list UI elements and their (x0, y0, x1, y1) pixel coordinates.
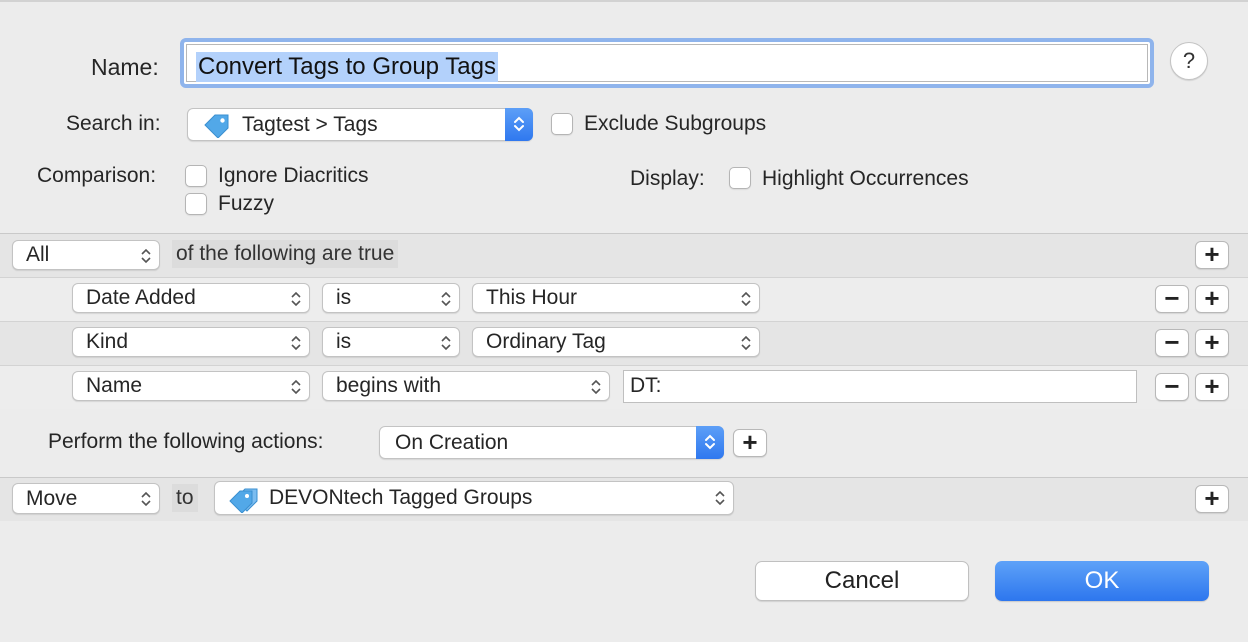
name-field-value[interactable]: Convert Tags to Group Tags (196, 52, 498, 82)
condition-value-popup[interactable]: This Hour (472, 283, 760, 313)
destination-popup[interactable]: DEVONtech Tagged Groups (214, 481, 734, 515)
updown-chevron-icon (291, 291, 301, 307)
condition-value-text: Ordinary Tag (486, 330, 606, 353)
exclude-subgroups-checkbox[interactable] (551, 113, 573, 135)
condition-value-input[interactable]: DT: (623, 370, 1137, 403)
fuzzy-checkbox[interactable] (185, 193, 207, 215)
name-label: Name: (91, 54, 159, 80)
remove-condition-button[interactable]: − (1155, 329, 1189, 357)
highlight-occurrences-checkbox[interactable] (729, 167, 751, 189)
add-action-button[interactable]: + (1195, 485, 1229, 513)
tag-icon (202, 112, 232, 139)
name-field-inner: Convert Tags to Group Tags (186, 44, 1148, 82)
match-suffix-label: of the following are true (172, 240, 399, 268)
condition-value-text: This Hour (486, 286, 578, 309)
cancel-button[interactable]: Cancel (755, 561, 969, 601)
match-value: All (26, 243, 50, 266)
action-popup[interactable]: Move (12, 483, 160, 514)
add-condition-button[interactable]: + (1195, 241, 1229, 269)
condition-operator-value: is (336, 330, 352, 353)
condition-value-popup[interactable]: Ordinary Tag (472, 327, 760, 357)
condition-field-value: Date Added (86, 286, 196, 309)
updown-chevron-icon (514, 116, 524, 132)
search-in-label: Search in: (66, 112, 161, 135)
add-condition-button[interactable]: + (1195, 373, 1229, 401)
condition-operator-popup[interactable]: is (322, 283, 460, 313)
updown-chevron-icon (441, 335, 451, 351)
display-label: Display: (630, 167, 705, 190)
condition-field-popup[interactable]: Date Added (72, 283, 310, 313)
trigger-value: On Creation (395, 431, 509, 454)
condition-field-value: Kind (86, 330, 129, 353)
fuzzy-label: Fuzzy (218, 192, 275, 215)
exclude-subgroups-label: Exclude Subgroups (584, 112, 767, 135)
ignore-diacritics-label: Ignore Diacritics (218, 164, 369, 187)
chevron-box (696, 426, 724, 459)
updown-chevron-icon (715, 490, 725, 506)
updown-chevron-icon (141, 491, 151, 507)
remove-condition-button[interactable]: − (1155, 285, 1189, 313)
action-value: Move (26, 487, 78, 510)
search-in-popup[interactable]: Tagtest > Tags (187, 108, 533, 141)
destination-value: DEVONtech Tagged Groups (269, 486, 533, 509)
highlight-occurrences-label: Highlight Occurrences (762, 167, 969, 190)
ignore-diacritics-checkbox[interactable] (185, 165, 207, 187)
condition-field-value: Name (86, 374, 143, 397)
search-in-value: Tagtest > Tags (242, 113, 378, 136)
help-button[interactable]: ? (1170, 42, 1208, 80)
condition-operator-value: is (336, 286, 352, 309)
perform-actions-label: Perform the following actions: (48, 430, 324, 453)
top-divider (0, 0, 1248, 2)
condition-operator-popup[interactable]: begins with (322, 371, 610, 401)
to-label: to (172, 484, 198, 512)
chevron-box (505, 108, 533, 141)
updown-chevron-icon (141, 248, 151, 264)
updown-chevron-icon (705, 434, 715, 450)
updown-chevron-icon (291, 335, 301, 351)
updown-chevron-icon (741, 335, 751, 351)
comparison-label: Comparison: (37, 164, 157, 187)
remove-condition-button[interactable]: − (1155, 373, 1189, 401)
add-condition-button[interactable]: + (1195, 285, 1229, 313)
condition-field-popup[interactable]: Name (72, 371, 310, 401)
updown-chevron-icon (291, 379, 301, 395)
add-trigger-button[interactable]: + (733, 429, 767, 457)
condition-field-popup[interactable]: Kind (72, 327, 310, 357)
trigger-popup[interactable]: On Creation (379, 426, 724, 459)
updown-chevron-icon (441, 291, 451, 307)
add-condition-button[interactable]: + (1195, 329, 1229, 357)
condition-operator-value: begins with (336, 374, 442, 397)
updown-chevron-icon (741, 291, 751, 307)
name-field[interactable]: Convert Tags to Group Tags (180, 38, 1154, 88)
match-popup[interactable]: All (12, 240, 160, 270)
updown-chevron-icon (591, 379, 601, 395)
condition-operator-popup[interactable]: is (322, 327, 460, 357)
ok-button[interactable]: OK (995, 561, 1209, 601)
tags-icon (227, 485, 261, 514)
